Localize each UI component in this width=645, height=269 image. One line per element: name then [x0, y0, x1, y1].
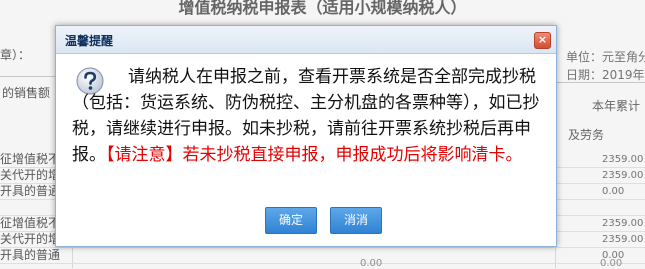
close-icon[interactable]: × — [534, 32, 551, 49]
dialog-title: 温馨提醒 — [65, 34, 114, 48]
ok-button[interactable]: 确定 — [265, 207, 317, 234]
warning-text: 【请注意】若未抄税直接申报，申报成功后将影响清卡。 — [106, 145, 523, 165]
dialog-message: 请纳税人在申报之前，查看开票系统是否全部完成抄税（包括：货运系统、防伪税控、主分… — [72, 64, 544, 168]
dialog-header: 温馨提醒 × — [56, 26, 556, 54]
cancel-button[interactable]: 消消 — [330, 207, 382, 234]
reminder-dialog: 温馨提醒 × 请纳税人在申报之前，查看开票系统是否全部完成抄税（包括：货运系统、… — [55, 25, 557, 247]
